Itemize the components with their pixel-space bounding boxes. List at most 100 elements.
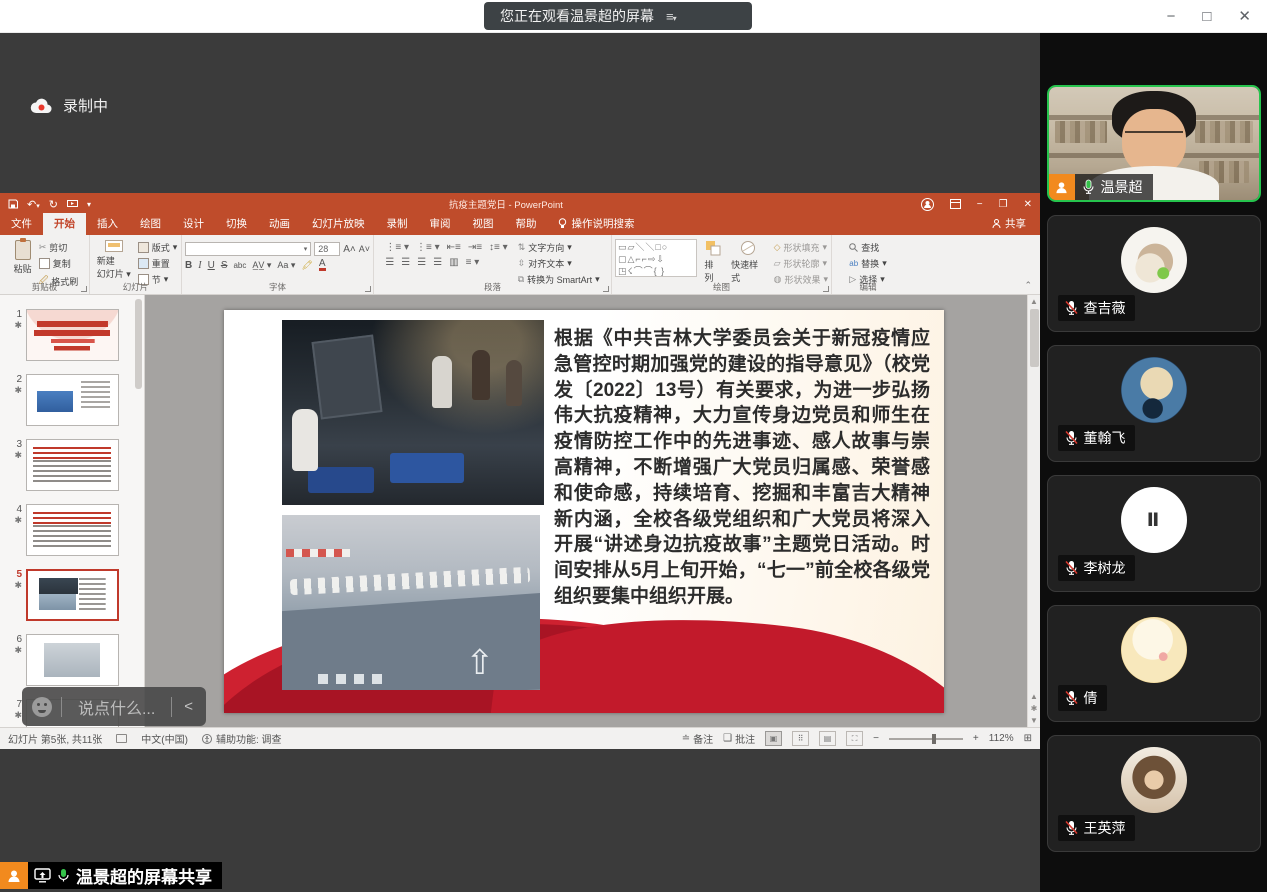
chat-collapse-button[interactable]: < [181, 698, 196, 715]
banner-menu-icon[interactable]: ≡▾ [666, 9, 676, 24]
slide-thumbnail[interactable]: 5✱ [6, 569, 144, 621]
notes-button[interactable]: ≐备注 [682, 731, 713, 746]
copy-button[interactable]: 复制 [39, 257, 79, 270]
thumbnail-scrollbar[interactable] [135, 299, 142, 389]
ribbon-tab[interactable]: 录制 [376, 213, 419, 235]
accessibility-status[interactable]: 辅助功能: 调查 [202, 731, 282, 746]
ribbon-tab[interactable]: 动画 [258, 213, 301, 235]
align-left-button[interactable]: ☰ [385, 257, 394, 268]
reading-view-button[interactable]: ▤ [819, 731, 836, 746]
collapse-ribbon-icon[interactable]: ⌃ [1024, 280, 1032, 291]
new-slide-button[interactable]: 新建幻灯片 ▾ [94, 239, 134, 281]
ppt-close-icon[interactable]: ✕ [1024, 199, 1032, 210]
ribbon-tab[interactable]: 幻灯片放映 [301, 213, 376, 235]
ribbon-tab[interactable]: 视图 [462, 213, 505, 235]
paste-button[interactable]: 粘贴 [11, 239, 35, 281]
scrollbar-thumb[interactable] [1030, 309, 1039, 367]
ribbon-tab[interactable]: 绘图 [129, 213, 172, 235]
fit-slide-icon[interactable]: ⊞ [1024, 733, 1032, 744]
chat-input[interactable]: 说点什么... < [22, 687, 206, 726]
participant-tile[interactable]: 倩 [1047, 605, 1261, 722]
font-size-box[interactable]: 28 [314, 242, 340, 256]
align-text-button[interactable]: ⇳对齐文本 ▾ [518, 257, 600, 270]
tell-me-search[interactable]: 操作说明搜索 [548, 213, 645, 235]
clipboard-dialog-launcher[interactable] [81, 286, 87, 292]
canvas-scrollbar[interactable]: ▲ ▲ ✱ ▼ [1027, 295, 1040, 727]
slideshow-icon[interactable] [67, 200, 78, 209]
slide-body-text[interactable]: 根据《中共吉林大学委员会关于新冠疫情应急管控时期加强党的建设的指导意见》（校党发… [554, 326, 930, 610]
comments-button[interactable]: ❑批注 [723, 731, 755, 746]
paragraph-dialog-launcher[interactable] [603, 286, 609, 292]
ribbon-tab[interactable]: 文件 [0, 213, 43, 235]
font-name-box[interactable]: ▾ [185, 242, 311, 256]
replace-button[interactable]: ab替换 ▾ [849, 257, 886, 270]
grow-font-button[interactable]: A˄ [343, 242, 356, 256]
redo-icon[interactable]: ↻ [49, 198, 58, 211]
account-icon[interactable] [921, 198, 934, 211]
photo-volunteers-night[interactable] [282, 320, 544, 505]
char-spacing-button[interactable]: A̲V̲ ▾ [252, 260, 271, 271]
ribbon-options-icon[interactable] [950, 199, 961, 209]
decrease-indent-button[interactable]: ⇤≡ [447, 242, 461, 253]
ppt-restore-icon[interactable]: ❐ [999, 199, 1008, 210]
increase-indent-button[interactable]: ⇥≡ [468, 242, 482, 253]
text-direction-button[interactable]: ⇅文字方向 ▾ [518, 241, 600, 254]
participant-tile[interactable]: 王英萍 [1047, 735, 1261, 852]
more-paragraph-button[interactable]: ≡ ▾ [466, 257, 480, 268]
drawing-dialog-launcher[interactable] [823, 286, 829, 292]
align-right-button[interactable]: ☰ [417, 257, 426, 268]
normal-view-button[interactable]: ▣ [765, 731, 782, 746]
close-button[interactable]: ✕ [1238, 9, 1251, 24]
bullets-button[interactable]: ⋮≡ ▾ [385, 242, 409, 253]
font-dialog-launcher[interactable] [365, 286, 371, 292]
font-color-button[interactable]: A [319, 260, 326, 271]
slide-thumbnail[interactable]: 6✱ [6, 634, 144, 686]
ribbon-tab[interactable]: 开始 [43, 213, 86, 235]
slide-thumbnail[interactable]: 2✱ [6, 374, 144, 426]
layout-button[interactable]: 版式 ▾ [138, 241, 178, 254]
participant-tile[interactable]: 董翰飞 [1047, 345, 1261, 462]
highlight-button[interactable]: 🖍 [301, 260, 312, 271]
strikethrough-button[interactable]: S [221, 260, 228, 271]
zoom-slider[interactable] [889, 738, 963, 740]
slide-thumbnail[interactable]: 4✱ [6, 504, 144, 556]
columns-button[interactable]: ▥ [449, 257, 458, 268]
zoom-out-button[interactable]: − [873, 733, 879, 744]
line-spacing-button[interactable]: ↕≡ ▾ [489, 242, 508, 253]
find-button[interactable]: 查找 [849, 241, 886, 254]
slideshow-view-button[interactable]: ⛶ [846, 731, 863, 746]
share-button[interactable]: 共享 [978, 213, 1040, 235]
quick-styles-button[interactable]: 快速样式 [728, 239, 768, 281]
ribbon-tab[interactable]: 帮助 [505, 213, 548, 235]
chat-placeholder[interactable]: 说点什么... [71, 695, 162, 719]
minimize-button[interactable]: − [1167, 9, 1176, 24]
undo-icon[interactable]: ↶▾ [27, 198, 40, 211]
slide-sorter-view-button[interactable]: ⠿ [792, 731, 809, 746]
slide-thumbnail[interactable]: 3✱ [6, 439, 144, 491]
italic-button[interactable]: I [198, 260, 201, 271]
photo-hazmat-line-snow[interactable]: ⇧ [282, 515, 540, 690]
ribbon-tab[interactable]: 插入 [86, 213, 129, 235]
display-settings-icon[interactable] [116, 734, 127, 743]
arrange-button[interactable]: 排列 [701, 239, 724, 281]
participant-tile[interactable]: Ⅱ 李树龙 [1047, 475, 1261, 592]
emoji-icon[interactable] [32, 697, 52, 717]
underline-button[interactable]: U [208, 260, 215, 271]
shape-outline-button[interactable]: ▱形状轮廓 ▾ [774, 257, 828, 270]
maximize-button[interactable]: □ [1202, 9, 1211, 24]
next-slide-button[interactable]: ▼ [1030, 716, 1038, 725]
current-slide[interactable]: ⇧ 根据《中共吉林大学委员会关于新冠疫情应急管控时期加强党的建设的指导意见》（校… [224, 310, 944, 713]
previous-slide-button[interactable]: ▲ [1030, 692, 1038, 701]
cut-button[interactable]: ✂剪切 [39, 241, 79, 254]
ribbon-tab[interactable]: 审阅 [419, 213, 462, 235]
scroll-up-icon[interactable]: ▲ [1030, 297, 1038, 306]
shape-fill-button[interactable]: ◇形状填充 ▾ [774, 241, 828, 254]
save-icon[interactable] [8, 199, 18, 209]
ribbon-tab[interactable]: 切换 [215, 213, 258, 235]
shrink-font-button[interactable]: A˅ [359, 242, 370, 256]
language-status[interactable]: 中文(中国) [141, 731, 188, 746]
align-center-button[interactable]: ☰ [401, 257, 410, 268]
participant-tile[interactable]: 查吉薇 [1047, 215, 1261, 332]
ppt-minimize-icon[interactable]: − [977, 199, 983, 210]
change-case-button[interactable]: Aa ▾ [277, 260, 295, 271]
